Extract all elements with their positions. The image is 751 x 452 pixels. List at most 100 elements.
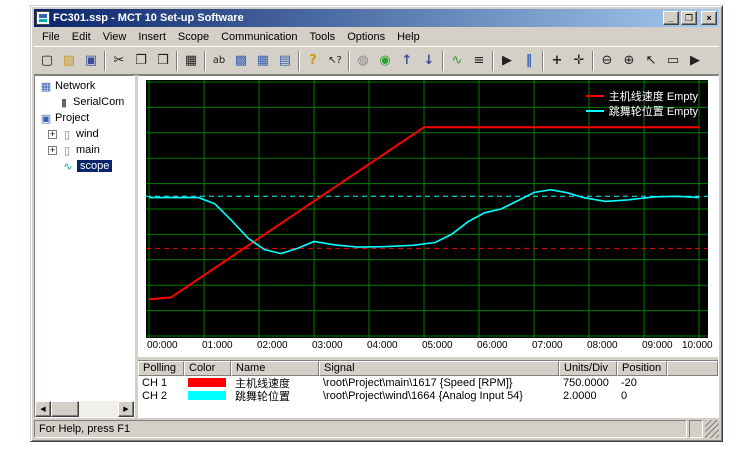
app-icon[interactable] (36, 11, 50, 25)
channel-polling: CH 2 (138, 390, 184, 402)
expand-toggle-wind[interactable]: + (48, 130, 57, 139)
toolbar-separator (176, 51, 178, 71)
restore-button[interactable]: ❐ (681, 11, 697, 25)
dot-grid-button[interactable]: ▦ (252, 50, 274, 72)
column-header-units-div[interactable]: Units/Div (559, 361, 617, 376)
project-tree-panel: ▦ Network ▮ SerialCom ▣ Project + ▯ wi (34, 75, 135, 418)
scope-icon: ∿ (61, 160, 75, 173)
toolbar-separator (492, 51, 494, 71)
tree-label-serialcom: SerialCom (73, 96, 124, 108)
scope-wave-button[interactable]: ∿ (446, 50, 468, 72)
x-tick-label: 10:000 (682, 340, 713, 351)
context-help-button[interactable]: ↖? (324, 50, 346, 72)
sidebar-item-network[interactable]: ▦ Network (35, 78, 134, 94)
grid-view-button[interactable]: ▩ (230, 50, 252, 72)
cut-button[interactable]: ✂ (108, 50, 130, 72)
zoom-in-button[interactable]: ⊕ (618, 50, 640, 72)
channel-row-ch1[interactable]: CH 1 主机线速度 \root\Project\main\1617 {Spee… (138, 376, 718, 389)
menu-communication[interactable]: Communication (215, 29, 303, 45)
x-axis: 00:000 01:000 02:000 03:000 04:000 05:00… (146, 338, 718, 354)
tree-label-network: Network (55, 80, 95, 92)
legend-item-ch2: 跳舞轮位置 Empty (586, 103, 698, 118)
read-from-drive-button[interactable]: ↑ (396, 50, 418, 72)
zoom-out-button[interactable]: ⊖ (596, 50, 618, 72)
titlebar[interactable]: FC301.ssp - MCT 10 Set-up Software _ ❐ × (34, 9, 719, 27)
sidebar-item-main[interactable]: + ▯ main (35, 142, 134, 158)
toolbar-separator (104, 51, 106, 71)
write-to-drive-button[interactable]: ↓ (418, 50, 440, 72)
menu-scope[interactable]: Scope (172, 29, 215, 45)
open-button[interactable]: ▧ (58, 50, 80, 72)
sidebar-item-serialcom[interactable]: ▮ SerialCom (35, 94, 134, 110)
column-header-position[interactable]: Position (617, 361, 667, 376)
tree-label-scope: scope (77, 160, 112, 172)
resize-grip[interactable] (705, 420, 719, 438)
connect-button[interactable]: ◍ (352, 50, 374, 72)
x-tick-label: 07:000 (532, 340, 563, 351)
toolbar-separator (442, 51, 444, 71)
legend-swatch-ch2 (586, 110, 604, 112)
close-button[interactable]: × (701, 11, 717, 25)
track-cursor-button[interactable]: ✛ (568, 50, 590, 72)
menu-tools[interactable]: Tools (304, 29, 342, 45)
legend-item-ch1: 主机线速度 Empty (586, 88, 698, 103)
cursor-lines-button[interactable]: ≡ (468, 50, 490, 72)
drive-icon: ▯ (60, 128, 74, 141)
minimize-button[interactable]: _ (663, 11, 679, 25)
menu-view[interactable]: View (97, 29, 133, 45)
column-header-polling[interactable]: Polling (138, 361, 184, 376)
x-tick-label: 08:000 (587, 340, 618, 351)
menu-options[interactable]: Options (341, 29, 391, 45)
scope-plot[interactable]: 主机线速度 Empty 跳舞轮位置 Empty (146, 80, 708, 338)
channel-polling: CH 1 (138, 377, 184, 389)
sidebar-item-project[interactable]: ▣ Project (35, 110, 134, 126)
table-view-button[interactable]: ▤ (274, 50, 296, 72)
scroll-left-arrow[interactable]: ◀ (35, 401, 51, 417)
menu-edit[interactable]: Edit (66, 29, 97, 45)
menu-insert[interactable]: Insert (132, 29, 172, 45)
channel-signal: \root\Project\main\1617 {Speed [RPM]} (319, 377, 559, 389)
print-button[interactable]: ▦ (180, 50, 202, 72)
drive-button[interactable]: ◉ (374, 50, 396, 72)
tree-horizontal-scrollbar[interactable]: ◀ ▶ (35, 401, 134, 417)
crosshair-button[interactable]: + (546, 50, 568, 72)
pointer-button[interactable]: ↖ (640, 50, 662, 72)
scope-legend: 主机线速度 Empty 跳舞轮位置 Empty (586, 88, 698, 118)
color-swatch-ch2 (188, 391, 226, 400)
paste-button[interactable]: ❒ (152, 50, 174, 72)
scroll-right-arrow[interactable]: ▶ (118, 401, 134, 417)
sidebar-item-scope[interactable]: ∿ scope (35, 158, 134, 174)
new-button[interactable]: ▢ (36, 50, 58, 72)
pause-polling-button[interactable]: ‖ (518, 50, 540, 72)
scrollbar-thumb[interactable] (51, 401, 79, 417)
copy-button[interactable]: ❐ (130, 50, 152, 72)
toolbar-separator (204, 51, 206, 71)
status-pane (689, 420, 703, 438)
column-header-signal[interactable]: Signal (319, 361, 559, 376)
channel-row-ch2[interactable]: CH 2 跳舞轮位置 \root\Project\wind\1664 {Anal… (138, 389, 718, 402)
column-header-filler (667, 361, 718, 376)
select-box-button[interactable]: ▭ (662, 50, 684, 72)
project-tree: ▦ Network ▮ SerialCom ▣ Project + ▯ wi (35, 76, 134, 174)
menu-file[interactable]: File (36, 29, 66, 45)
expand-toggle-main[interactable]: + (48, 146, 57, 155)
column-header-color[interactable]: Color (184, 361, 231, 376)
save-button[interactable]: ▣ (80, 50, 102, 72)
channel-units-div: 2.0000 (559, 390, 617, 402)
menu-help[interactable]: Help (391, 29, 426, 45)
scrollbar-track[interactable] (51, 401, 118, 417)
sidebar-item-wind[interactable]: + ▯ wind (35, 126, 134, 142)
tree-label-project: Project (55, 112, 89, 124)
step-button[interactable]: ▶ (684, 50, 706, 72)
color-swatch-ch1 (188, 378, 226, 387)
app-window: FC301.ssp - MCT 10 Set-up Software _ ❐ ×… (30, 5, 723, 442)
drive-icon: ▯ (60, 144, 74, 157)
toolbar-separator (542, 51, 544, 71)
window-title: FC301.ssp - MCT 10 Set-up Software (53, 12, 660, 24)
x-tick-label: 03:000 (312, 340, 343, 351)
parameters-button[interactable]: ab (208, 50, 230, 72)
scope-canvas (146, 80, 708, 338)
start-polling-button[interactable]: ▶ (496, 50, 518, 72)
help-button[interactable]: ? (302, 50, 324, 72)
tree-label-main: main (76, 144, 100, 156)
